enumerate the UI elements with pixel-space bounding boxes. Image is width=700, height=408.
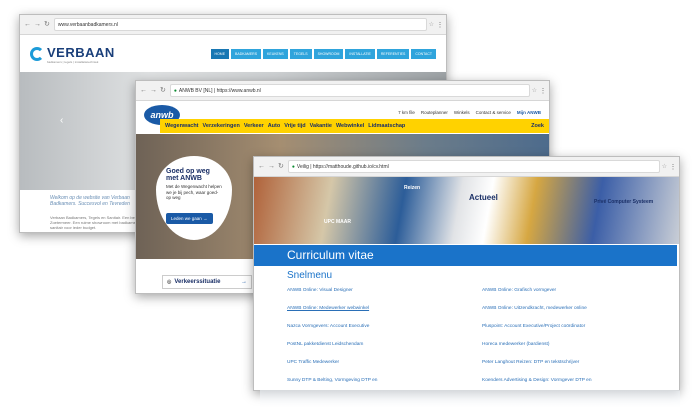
browser-toolbar: ← → ↻ ● Veilig | https://matthoude.githu… bbox=[254, 157, 679, 177]
nav-wegenwacht[interactable]: Wegenwacht bbox=[165, 123, 199, 129]
back-icon[interactable]: ← bbox=[24, 21, 31, 28]
verbaan-menu: HOME BADKAMERS KEUKENS TEGELS SHOWROOM I… bbox=[210, 49, 436, 59]
banner-magazine-label: Reizen bbox=[404, 185, 421, 191]
list-item-link[interactable]: PostNL pakketdienst Leidschendam bbox=[287, 342, 472, 351]
browser-menu-icon[interactable]: ⋮ bbox=[667, 163, 679, 171]
page-title: Curriculum vitae bbox=[254, 245, 677, 266]
nav-buttons: ← → ↻ bbox=[136, 87, 170, 94]
address-url: ANWB BV [NL] | https://www.anwb.nl bbox=[178, 87, 261, 94]
reload-icon[interactable]: ↻ bbox=[44, 21, 50, 28]
back-icon[interactable]: ← bbox=[140, 87, 147, 94]
browser-toolbar: ← → ↻ ● ANWB BV [NL] | https://www.anwb.… bbox=[136, 81, 549, 101]
nav-vakantie[interactable]: Vakantie bbox=[310, 123, 332, 129]
address-url: Veilig | https://matthoude.github.io/cv.… bbox=[296, 163, 389, 170]
menu-item-tegels[interactable]: TEGELS bbox=[289, 49, 312, 59]
cv-banner-image: UPC MAAR Reizen Actueel Privé Computer S… bbox=[254, 177, 679, 244]
browser-menu-icon[interactable]: ⋮ bbox=[434, 21, 446, 29]
list-item-link[interactable]: ANWB Online: Grafisch vormgever bbox=[482, 288, 667, 297]
menu-item-installatie[interactable]: INSTALLATIE bbox=[345, 49, 375, 59]
verbaan-header: VERBAAN badkamers | tegels | installatie… bbox=[20, 35, 446, 73]
window-reflection bbox=[260, 390, 680, 408]
carousel-prev-icon[interactable]: ‹ bbox=[60, 115, 63, 126]
list-item-link[interactable]: Sunny DTP & Belting, Vormgeving DTP en bbox=[287, 378, 472, 387]
menu-item-home[interactable]: HOME bbox=[210, 49, 230, 59]
traffic-link[interactable]: ◎ Verkeerssituatie → bbox=[162, 275, 252, 289]
nav-webwinkel[interactable]: Webwinkel bbox=[336, 123, 364, 129]
top-link-file[interactable]: 7 km file bbox=[398, 110, 415, 115]
menu-item-referenties[interactable]: REFERENTIES bbox=[376, 49, 410, 59]
top-link-routeplanner[interactable]: Routeplanner bbox=[421, 110, 448, 115]
address-bar[interactable]: ● ANWB BV [NL] | https://www.anwb.nl bbox=[169, 84, 530, 97]
verbaan-logo-icon bbox=[30, 47, 44, 61]
traffic-icon: ◎ bbox=[167, 279, 172, 285]
top-link-winkels[interactable]: Winkels bbox=[454, 110, 470, 115]
banner-magazine-label: Actueel bbox=[469, 193, 498, 202]
menu-item-contact[interactable]: CONTACT bbox=[411, 49, 436, 59]
list-item-link[interactable]: ANWB Online: Uitzendkracht, medewerker o… bbox=[482, 306, 667, 315]
menu-item-badkamers[interactable]: BADKAMERS bbox=[231, 49, 262, 59]
lock-icon: ● bbox=[173, 87, 177, 94]
section-heading: Snelmenu bbox=[287, 270, 333, 281]
nav-vrije-tijd[interactable]: Vrije tijd bbox=[284, 123, 305, 129]
nav-verkeer[interactable]: Verkeer bbox=[244, 123, 264, 129]
list-item-link[interactable]: ANWB Online: Medewerker webwinkel bbox=[287, 306, 472, 315]
verbaan-logo-text: VERBAAN bbox=[47, 44, 115, 60]
list-item-link[interactable]: Pluspoint: Account Executive/Project coö… bbox=[482, 324, 667, 333]
forward-icon[interactable]: → bbox=[150, 87, 157, 94]
address-url: www.verbaanbadkamers.nl bbox=[57, 21, 118, 28]
search-button[interactable]: Zoek bbox=[531, 123, 544, 129]
traffic-label: Verkeerssituatie bbox=[174, 279, 221, 285]
reload-icon[interactable]: ↻ bbox=[278, 163, 284, 170]
hero-title: Goed op weg met ANWB bbox=[166, 168, 210, 182]
browser-menu-icon[interactable]: ⋮ bbox=[537, 87, 549, 95]
menu-item-showroom[interactable]: SHOWROOM bbox=[313, 49, 344, 59]
verbaan-logo[interactable]: VERBAAN badkamers | tegels | installatie… bbox=[30, 45, 115, 64]
nav-lidmaatschap[interactable]: Lidmaatschap bbox=[368, 123, 405, 129]
list-item-link[interactable]: Horeca medewerker (bardienst) bbox=[482, 342, 667, 351]
lock-icon: ● bbox=[291, 163, 295, 170]
back-icon[interactable]: ← bbox=[258, 163, 265, 170]
list-item-link[interactable]: ANWB Online: Visual Designer bbox=[287, 288, 472, 297]
anwb-nav-bar: Wegenwacht Verzekeringen Verkeer Auto Vr… bbox=[160, 119, 549, 133]
forward-icon[interactable]: → bbox=[34, 21, 41, 28]
anwb-top-links: 7 km file Routeplanner Winkels Contact &… bbox=[398, 110, 541, 115]
banner-magazine-label: Privé Computer Systeem bbox=[594, 199, 654, 205]
verbaan-tagline: badkamers | tegels | installatietechniek bbox=[47, 59, 99, 64]
arrow-right-icon: → bbox=[241, 279, 247, 285]
forward-icon[interactable]: → bbox=[268, 163, 275, 170]
top-link-mijn-anwb[interactable]: Mijn ANWB bbox=[517, 110, 541, 115]
nav-buttons: ← → ↻ bbox=[20, 21, 54, 28]
hero-text: Met de Wegenwacht helpen we je bij pech,… bbox=[166, 184, 222, 200]
list-item-link[interactable]: Nazca Vormgevers: Account Executive bbox=[287, 324, 472, 333]
cv-browser-window: ← → ↻ ● Veilig | https://matthoude.githu… bbox=[253, 156, 680, 391]
hero-button[interactable]: Leden we gaan → bbox=[166, 212, 213, 224]
browser-toolbar: ← → ↻ www.verbaanbadkamers.nl ☆ ⋮ bbox=[20, 15, 446, 35]
list-item-link[interactable]: UPC Traffic Medewerker bbox=[287, 360, 472, 369]
nav-auto[interactable]: Auto bbox=[268, 123, 281, 129]
banner-magazine-label: UPC MAAR bbox=[324, 219, 351, 225]
top-link-contact[interactable]: Contact & service bbox=[476, 110, 511, 115]
quick-menu-links: ANWB Online: Visual Designer ANWB Online… bbox=[287, 288, 667, 387]
list-item-link[interactable]: Koenders Advertising & Design: Vormgever… bbox=[482, 378, 667, 387]
nav-buttons: ← → ↻ bbox=[254, 163, 288, 170]
reload-icon[interactable]: ↻ bbox=[160, 87, 166, 94]
address-bar[interactable]: ● Veilig | https://matthoude.github.io/c… bbox=[287, 160, 660, 173]
list-item-link[interactable]: Peter Langhout Reizen: DTP en tekstschri… bbox=[482, 360, 667, 369]
nav-verzekeringen[interactable]: Verzekeringen bbox=[203, 123, 240, 129]
menu-item-keukens[interactable]: KEUKENS bbox=[263, 49, 288, 59]
address-bar[interactable]: www.verbaanbadkamers.nl bbox=[53, 18, 427, 31]
